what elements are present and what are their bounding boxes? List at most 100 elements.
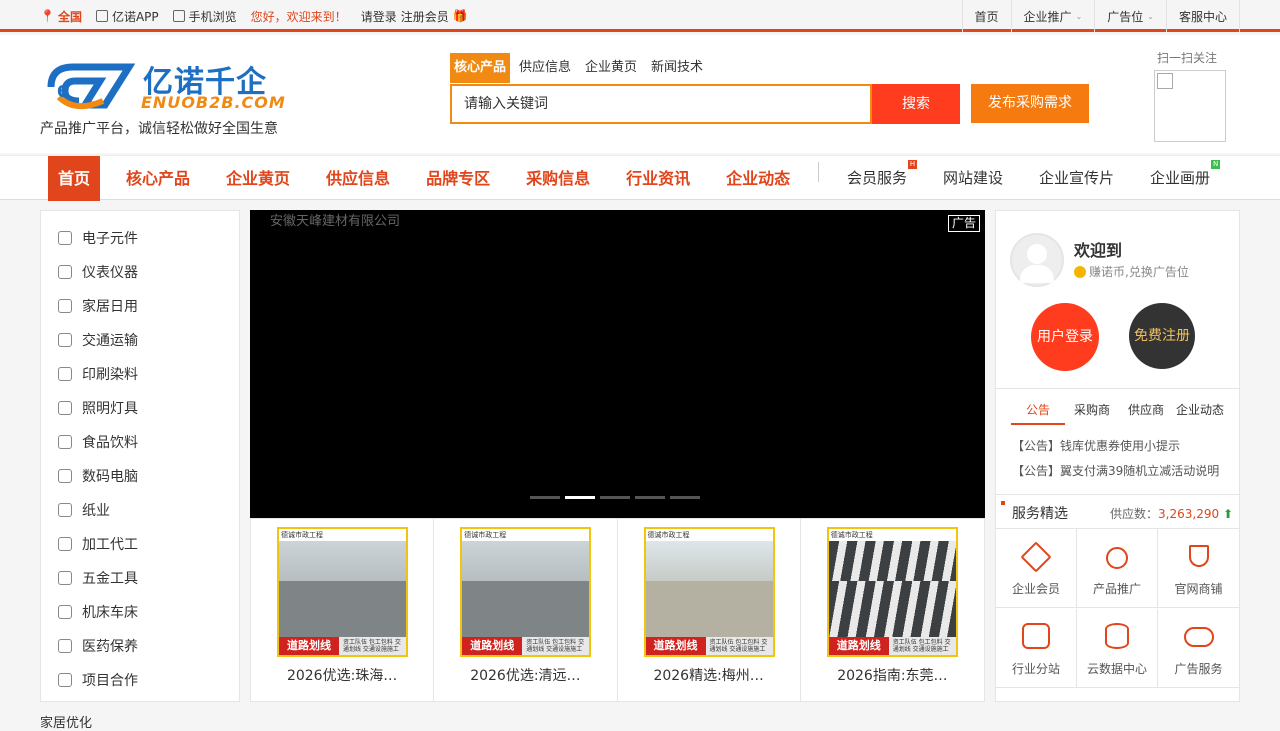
banner-carousel[interactable]: 安徽天峰建材有限公司 广告 [250, 210, 985, 518]
gift-icon: 🎁 [452, 9, 468, 23]
carousel-dot[interactable] [670, 496, 700, 499]
app-link[interactable]: 亿诺APP [95, 8, 159, 25]
category-item[interactable]: 机床车床 [41, 595, 239, 629]
product-card[interactable]: 德诚市政工程 道路划线 资工队伍 包工包料 交通划线 交通设施施工 2026优选:… [434, 519, 618, 701]
search-tab-directory[interactable]: 企业黄页 [580, 53, 642, 83]
category-item[interactable]: 食品饮料 [41, 425, 239, 459]
nav-website-build[interactable]: 网站建设 [943, 156, 1003, 201]
category-item[interactable]: 加工代工 [41, 527, 239, 561]
notice-item[interactable]: 【公告】钱库优惠券使用小提示 [1012, 437, 1180, 454]
nav-directory[interactable]: 企业黄页 [216, 156, 300, 201]
category-item[interactable]: 医药保养 [41, 629, 239, 663]
leaf-icon [58, 503, 72, 517]
location-pin-icon: 📍 [40, 9, 55, 23]
banner-alt-text: 安徽天峰建材有限公司 [270, 214, 401, 229]
free-register-button[interactable]: 免费注册 [1129, 303, 1195, 369]
product-card[interactable]: 德诚市政工程 道路划线 资工队伍 包工包料 交通划线 交通设施施工 2026指南:… [801, 519, 984, 701]
drink-icon [58, 435, 72, 449]
category-item[interactable]: 交通运输 [41, 323, 239, 357]
carousel-dot[interactable] [530, 496, 560, 499]
product-title[interactable]: 2026优选:珠海… [251, 665, 433, 685]
cloud-icon [58, 367, 72, 381]
user-login-button[interactable]: 用户登录 [1031, 303, 1099, 371]
tab-buyers[interactable]: 采购商 [1065, 399, 1119, 425]
service-official-store[interactable]: 官网商铺 [1158, 529, 1239, 608]
login-link[interactable]: 请登录 [361, 8, 397, 25]
mobile-browse-link[interactable]: 手机浏览 [172, 8, 237, 25]
tab-notice[interactable]: 公告 [1011, 399, 1065, 425]
product-title[interactable]: 2026指南:东莞… [801, 665, 984, 685]
carousel-dot-active[interactable] [565, 496, 595, 499]
supply-count: 供应数：3,263,290 ⬆ [1110, 507, 1233, 521]
nav-brochure[interactable]: 企业画册 N [1150, 156, 1221, 201]
machine-icon [58, 605, 72, 619]
product-title[interactable]: 2026优选:清远… [434, 665, 616, 685]
arrow-up-icon: ⬆ [1222, 507, 1233, 521]
category-item[interactable]: 电子元件 [41, 221, 239, 255]
service-enterprise-member[interactable]: 企业会员 [996, 529, 1077, 608]
chevron-down-icon: ⌄ [1147, 11, 1154, 21]
tab-company-news[interactable]: 企业动态 [1173, 399, 1227, 425]
search-tab-news[interactable]: 新闻技术 [646, 53, 708, 83]
location-selector[interactable]: 📍 全国 [40, 8, 82, 25]
category-item[interactable]: 照明灯具 [41, 391, 239, 425]
site-slogan: 产品推广平台，诚信轻松做好全国生意 [40, 121, 278, 137]
search-tab-products[interactable]: 核心产品 [450, 53, 511, 83]
electronics-icon [58, 231, 72, 245]
user-panel: 欢迎到 赚诺币,兑换广告位 用户登录 免费注册 公告 采购商 供应商 企业动态 … [995, 210, 1240, 702]
service-ads[interactable]: 广告服务 [1158, 609, 1239, 688]
coin-promo[interactable]: 赚诺币,兑换广告位 [1074, 263, 1189, 280]
document-icon [58, 537, 72, 551]
database-icon [1105, 622, 1129, 649]
search-box: 核心产品 供应信息 企业黄页 新闻技术 请输入关键词 搜索 [450, 53, 960, 124]
nav-purchase[interactable]: 采购信息 [516, 156, 600, 201]
nav-member-service[interactable]: 会员服务 H [847, 156, 918, 201]
carousel-dot[interactable] [635, 496, 665, 499]
nav-supply[interactable]: 供应信息 [316, 156, 400, 201]
nav-home[interactable]: 首页 [48, 156, 101, 201]
search-input[interactable]: 请输入关键词 [450, 84, 872, 124]
gauge-icon [58, 265, 72, 279]
top-service-link[interactable]: 客服中心 [1165, 0, 1240, 32]
site-logo[interactable]: e 亿诺千企 ENUOB2B.COM [45, 55, 285, 115]
category-sidebar: 电子元件 仪表仪器 家居日用 交通运输 印刷染料 照明灯具 食品饮料 数码电脑 … [40, 210, 240, 702]
category-item[interactable]: 项目合作 [41, 663, 239, 697]
category-item[interactable]: 仪表仪器 [41, 255, 239, 289]
ad-label: 广告 [947, 215, 980, 232]
nav-brands[interactable]: 品牌专区 [416, 156, 500, 201]
tab-suppliers[interactable]: 供应商 [1119, 399, 1173, 425]
qr-caption: 扫一扫关注 [1156, 51, 1217, 65]
category-item[interactable]: 五金工具 [41, 561, 239, 595]
product-image: 德诚市政工程 道路划线 资工队伍 包工包料 交通划线 交通设施施工 [826, 527, 958, 657]
qr-icon [172, 10, 185, 22]
svg-text:e: e [57, 77, 69, 102]
register-link[interactable]: 注册会员 [401, 8, 449, 25]
user-welcome: 欢迎到 [1074, 241, 1123, 260]
nav-core-products[interactable]: 核心产品 [116, 156, 200, 201]
category-item[interactable]: 纸业 [41, 493, 239, 527]
top-adslot-menu[interactable]: 广告位 ⌄ [1094, 0, 1166, 32]
category-item[interactable]: 数码电脑 [41, 459, 239, 493]
product-title[interactable]: 2026精选:梅州… [618, 665, 800, 685]
nav-industry-news[interactable]: 行业资讯 [616, 156, 700, 201]
search-button[interactable]: 搜索 [872, 84, 960, 124]
phone-icon [95, 10, 108, 22]
top-home-link[interactable]: 首页 [961, 0, 1011, 32]
category-item[interactable]: 印刷染料 [41, 357, 239, 391]
service-cloud-data[interactable]: 云数据中心 [1077, 608, 1158, 688]
nav-promo-video[interactable]: 企业宣传片 [1039, 156, 1114, 201]
search-tab-supply[interactable]: 供应信息 [514, 53, 576, 83]
nav-company-news[interactable]: 企业动态 [716, 156, 800, 201]
top-promotion-menu[interactable]: 企业推广 ⌄ [1010, 0, 1095, 32]
product-card[interactable]: 德诚市政工程 道路划线 资工队伍 包工包料 交通划线 交通设施施工 2026优选:… [251, 519, 435, 701]
product-card[interactable]: 德诚市政工程 道路划线 资工队伍 包工包料 交通划线 交通设施施工 2026精选:… [618, 519, 801, 701]
service-product-promo[interactable]: 产品推广 [1077, 529, 1158, 608]
carousel-dot[interactable] [600, 496, 630, 499]
notice-item[interactable]: 【公告】翼支付满39随机立减活动说明 [1012, 462, 1219, 479]
category-item[interactable]: 家居日用 [41, 289, 239, 323]
service-industry-site[interactable]: 行业分站 [996, 608, 1077, 688]
chevron-down-icon: ⌄ [1075, 11, 1083, 21]
medicine-icon [58, 639, 72, 653]
publish-purchase-button[interactable]: 发布采购需求 [971, 84, 1089, 123]
service-grid: 企业会员 产品推广 官网商铺 行业分站 云数据中心 广告服务 [996, 528, 1239, 688]
